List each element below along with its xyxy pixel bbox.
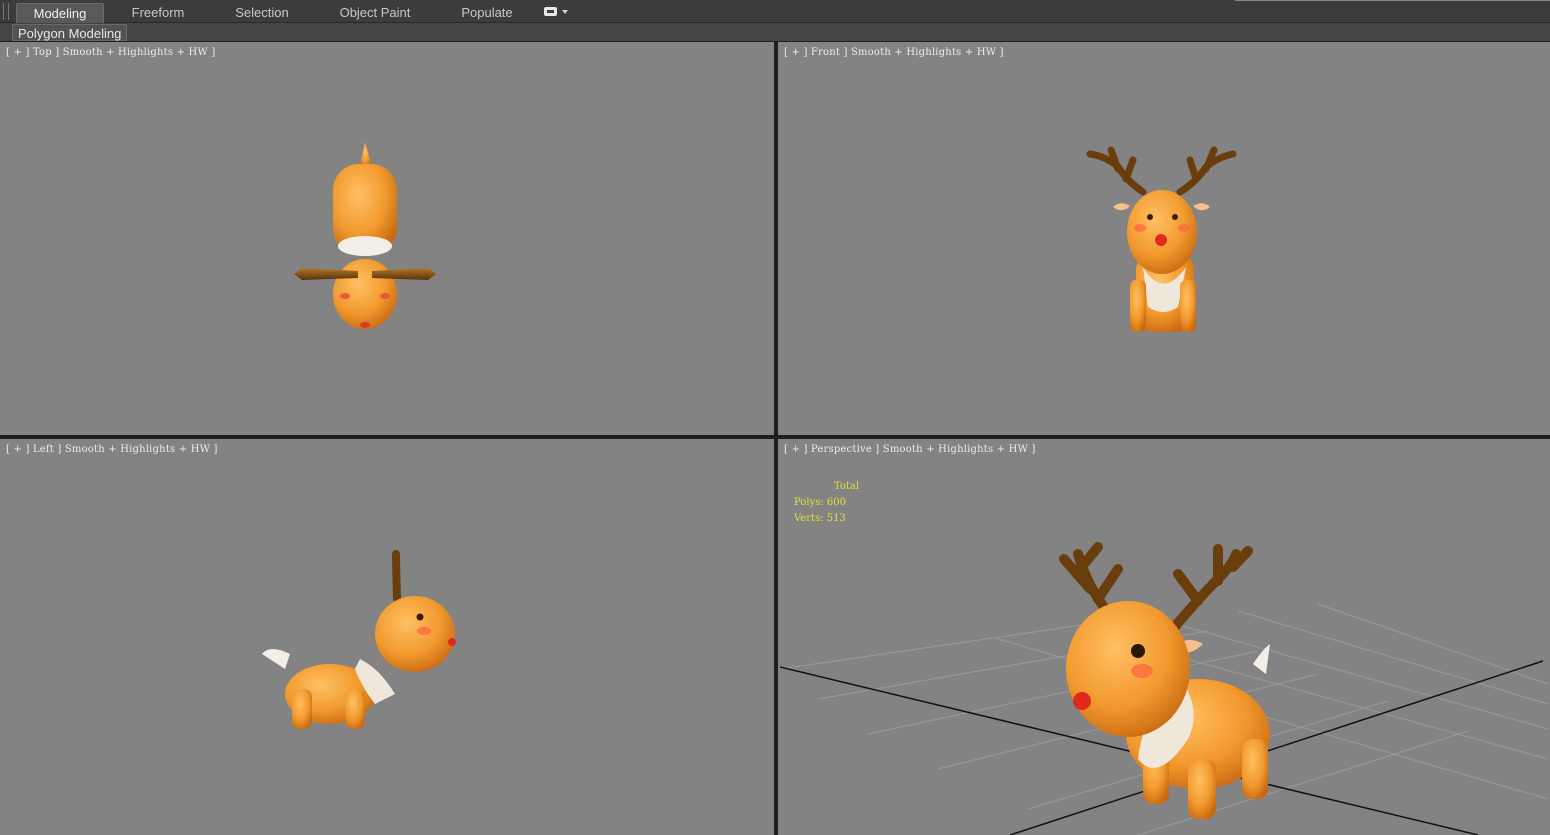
tab-freeform[interactable]: Freeform	[114, 3, 202, 23]
reindeer-model-top-view	[294, 142, 436, 329]
ribbon-options-icon[interactable]	[544, 7, 570, 17]
viewport-top[interactable]: [ + ] Top ] Smooth + Highlights + HW ]	[0, 42, 774, 435]
ribbon-tab-bar: Modeling Freeform Selection Object Paint…	[0, 0, 1550, 23]
viewport-perspective[interactable]: [ + ] Perspective ] Smooth + Highlights …	[778, 439, 1550, 835]
ribbon-grip-handle[interactable]	[3, 3, 9, 20]
reindeer-model-perspective-view	[779, 542, 1549, 835]
panel-polygon-modeling[interactable]: Polygon Modeling	[12, 24, 128, 41]
reindeer-model-left-view	[262, 550, 456, 729]
tab-modeling[interactable]: Modeling	[16, 3, 104, 23]
chevron-down-icon	[562, 10, 568, 14]
reindeer-model-front-view	[1086, 146, 1237, 332]
tab-object-paint[interactable]: Object Paint	[326, 3, 424, 23]
ribbon-panel-bar: Polygon Modeling	[0, 23, 1550, 42]
viewport-left[interactable]: [ + ] Left ] Smooth + Highlights + HW ]	[0, 439, 774, 835]
tab-populate[interactable]: Populate	[446, 3, 528, 23]
viewport-layout: [ + ] Top ] Smooth + Highlights + HW ] [	[0, 42, 1550, 835]
tab-selection[interactable]: Selection	[218, 3, 306, 23]
divider	[1235, 0, 1550, 1]
viewport-front[interactable]: [ + ] Front ] Smooth + Highlights + HW ]	[778, 42, 1550, 435]
